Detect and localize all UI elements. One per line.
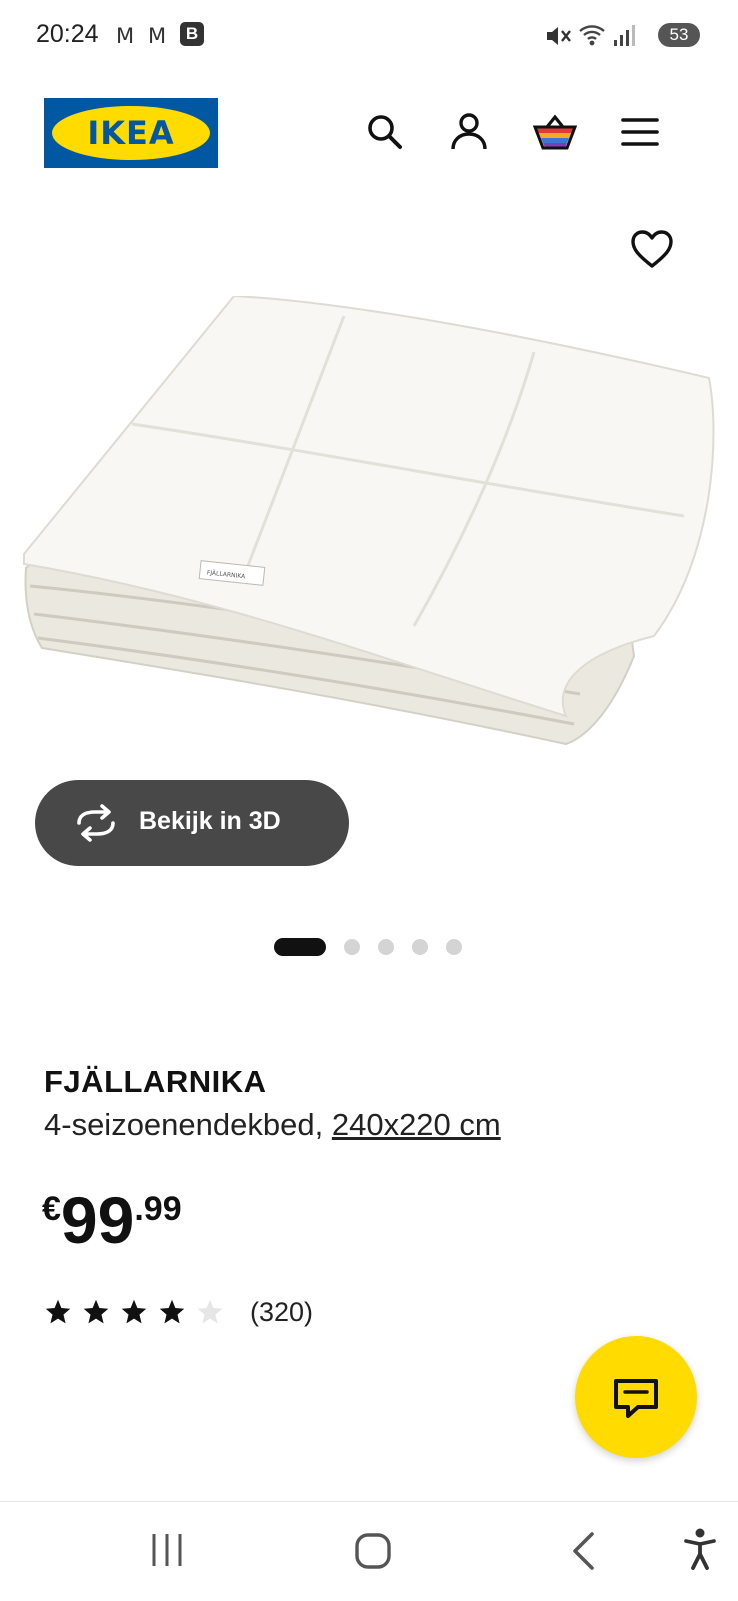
price-integer: 99: [60, 1183, 135, 1257]
price-decimal: .99: [134, 1190, 182, 1228]
product-image[interactable]: FJÄLLARNIKA: [14, 296, 726, 766]
carousel-dot[interactable]: [412, 939, 428, 955]
carousel-dot[interactable]: [344, 939, 360, 955]
gmail-icon: M: [148, 24, 167, 48]
product-description: 4-seizoenendekbed, 240x220 cm: [44, 1107, 501, 1143]
recent-apps-icon[interactable]: [150, 1532, 184, 1568]
wifi-icon: [579, 25, 605, 46]
signal-icon: [614, 25, 635, 46]
product-name: FJÄLLARNIKA: [44, 1064, 267, 1099]
b-app-icon: B: [180, 22, 204, 46]
chat-button[interactable]: [575, 1336, 697, 1458]
view-in-3d-label: Bekijk in 3D: [139, 807, 281, 835]
carousel-dot[interactable]: [378, 939, 394, 955]
rotate-3d-icon: [77, 804, 115, 842]
product-type: 4-seizoenendekbed,: [44, 1107, 324, 1142]
mute-icon: [547, 27, 571, 45]
chat-icon: [614, 1379, 658, 1418]
battery-indicator: 53: [658, 23, 700, 47]
view-in-3d-button[interactable]: Bekijk in 3D: [35, 780, 349, 866]
status-time: 20:24: [36, 20, 99, 48]
ikea-logo[interactable]: IKEA: [44, 98, 218, 168]
star-filled-icon: [159, 1299, 185, 1324]
accessibility-icon[interactable]: [684, 1528, 716, 1570]
search-icon[interactable]: [365, 112, 405, 152]
star-filled-icon: [121, 1299, 147, 1324]
price-currency: €: [42, 1190, 61, 1228]
carousel-dot-active[interactable]: [274, 938, 326, 956]
home-icon[interactable]: [354, 1532, 392, 1570]
star-filled-icon: [45, 1299, 71, 1324]
gmail-icon: M: [116, 24, 135, 48]
review-count[interactable]: (320): [250, 1297, 313, 1328]
logo-text: IKEA: [87, 114, 175, 152]
product-price: €99.99: [42, 1182, 182, 1258]
back-icon[interactable]: [570, 1532, 596, 1570]
star-filled-icon: [83, 1299, 109, 1324]
cart-icon[interactable]: [532, 112, 578, 152]
product-size-link[interactable]: 240x220 cm: [332, 1107, 501, 1142]
carousel-dot[interactable]: [446, 939, 462, 955]
favorite-heart-icon[interactable]: [630, 228, 674, 272]
star-empty-icon: [197, 1299, 223, 1324]
menu-icon[interactable]: [620, 112, 660, 152]
account-icon[interactable]: [449, 112, 489, 152]
